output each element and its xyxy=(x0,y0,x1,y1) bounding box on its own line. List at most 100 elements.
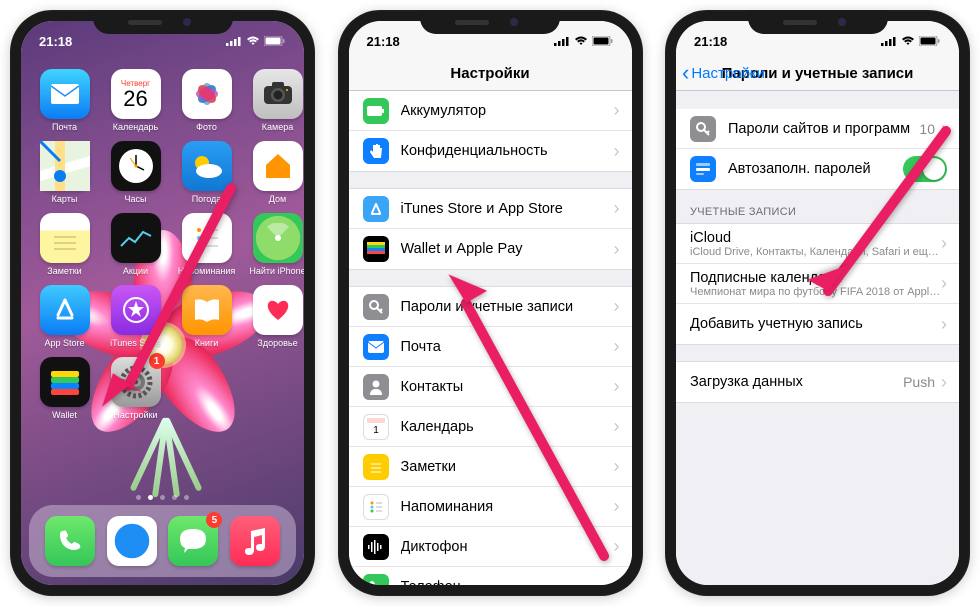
app-reminders[interactable]: Напоминания xyxy=(179,213,234,276)
app-music[interactable] xyxy=(230,516,280,566)
app-books[interactable]: Книги xyxy=(179,285,234,348)
reminders-icon xyxy=(363,494,389,520)
chevron-icon: › xyxy=(941,372,947,393)
row-voice-memos[interactable]: Диктофон› xyxy=(349,527,632,567)
chevron-icon: › xyxy=(614,296,620,317)
row-reminders[interactable]: Напоминания› xyxy=(349,487,632,527)
photos-icon xyxy=(182,69,232,119)
row-value: Push xyxy=(903,374,935,390)
app-camera[interactable]: Камера xyxy=(250,69,304,132)
chevron-icon: › xyxy=(614,100,620,121)
calendar-icon: Четверг26 xyxy=(111,69,161,119)
camera-icon xyxy=(253,69,303,119)
app-weather[interactable]: Погода xyxy=(179,141,234,204)
weather-icon xyxy=(182,141,232,191)
signal-icon xyxy=(881,36,897,46)
app-itunes[interactable]: iTunes Store xyxy=(108,285,163,348)
mail-icon xyxy=(40,69,90,119)
hand-icon xyxy=(363,138,389,164)
reminders-icon xyxy=(182,213,232,263)
notes-icon xyxy=(363,454,389,480)
heart-icon xyxy=(253,285,303,335)
row-fetch-data[interactable]: Загрузка данныхPush› xyxy=(676,362,959,402)
app-find-iphone[interactable]: Найти iPhone xyxy=(250,213,304,276)
status-time: 21:18 xyxy=(367,34,400,49)
row-website-passwords[interactable]: Пароли сайтов и программ10› xyxy=(676,109,959,149)
chevron-icon: › xyxy=(614,536,620,557)
app-photos[interactable]: Фото xyxy=(179,69,234,132)
row-phone[interactable]: Телефон› xyxy=(349,567,632,585)
toggle-switch[interactable] xyxy=(903,156,947,182)
app-messages[interactable]: 5 xyxy=(168,516,218,566)
app-home[interactable]: Дом xyxy=(250,141,304,204)
battery-icon xyxy=(919,36,941,46)
nav-title: Настройки xyxy=(450,65,529,82)
app-settings[interactable]: 1Настройки xyxy=(108,357,163,420)
clock-icon xyxy=(111,141,161,191)
row-notes[interactable]: Заметки› xyxy=(349,447,632,487)
app-calendar[interactable]: Четверг26Календарь xyxy=(108,69,163,132)
app-stocks[interactable]: Акции xyxy=(108,213,163,276)
appstore-icon xyxy=(363,196,389,222)
settings-list[interactable]: Аккумулятор› Конфиденциальность› iTunes … xyxy=(349,91,632,585)
chevron-icon: › xyxy=(614,416,620,437)
key-icon xyxy=(363,294,389,320)
app-clock[interactable]: Часы xyxy=(108,141,163,204)
signal-icon xyxy=(226,36,242,46)
row-contacts[interactable]: Контакты› xyxy=(349,367,632,407)
row-account-subscribed-calendars[interactable]: Подписные календариЧемпионат мира по фут… xyxy=(676,264,959,304)
chevron-icon: › xyxy=(614,576,620,585)
phone-settings: 21:18 Настройки Аккумулятор› Конфиденциа… xyxy=(338,10,643,596)
row-autofill-passwords[interactable]: Автозаполн. паролей xyxy=(676,149,959,189)
stocks-icon xyxy=(111,213,161,263)
app-mail[interactable]: Почта xyxy=(37,69,92,132)
row-privacy[interactable]: Конфиденциальность› xyxy=(349,131,632,171)
chevron-icon: › xyxy=(614,141,620,162)
app-health[interactable]: Здоровье xyxy=(250,285,304,348)
home-icon-grid: Почта Четверг26Календарь Фото Камера Кар… xyxy=(21,63,304,420)
person-icon xyxy=(363,374,389,400)
badge: 1 xyxy=(149,353,165,369)
row-account-icloud[interactable]: iCloudiCloud Drive, Контакты, Календари,… xyxy=(676,224,959,264)
chevron-icon: › xyxy=(614,376,620,397)
row-wallet-applepay[interactable]: Wallet и Apple Pay› xyxy=(349,229,632,269)
row-battery[interactable]: Аккумулятор› xyxy=(349,91,632,131)
chevron-icon: › xyxy=(941,118,947,139)
row-mail[interactable]: Почта› xyxy=(349,327,632,367)
row-passwords-accounts[interactable]: Пароли и учетные записи› xyxy=(349,287,632,327)
notch xyxy=(420,10,560,34)
app-appstore[interactable]: App Store xyxy=(37,285,92,348)
wallet-icon xyxy=(363,236,389,262)
battery-icon xyxy=(592,36,614,46)
svg-text:1: 1 xyxy=(373,425,379,436)
notch xyxy=(93,10,233,34)
signal-icon xyxy=(554,36,570,46)
wallet-icon xyxy=(40,357,90,407)
app-wallet[interactable]: Wallet xyxy=(37,357,92,420)
row-add-account[interactable]: Добавить учетную запись› xyxy=(676,304,959,344)
battery-icon xyxy=(363,98,389,124)
app-phone[interactable] xyxy=(45,516,95,566)
accounts-list[interactable]: Пароли сайтов и программ10› Автозаполн. … xyxy=(676,91,959,585)
radar-icon xyxy=(253,213,303,263)
section-header-accounts: УЧЕТНЫЕ ЗАПИСИ xyxy=(676,190,959,223)
app-notes[interactable]: Заметки xyxy=(37,213,92,276)
chevron-icon: › xyxy=(941,233,947,254)
wifi-icon xyxy=(574,36,588,46)
dock: 5 xyxy=(29,505,296,577)
chevron-icon: › xyxy=(941,314,947,335)
chevron-icon: › xyxy=(614,198,620,219)
status-time: 21:18 xyxy=(39,34,72,49)
app-safari[interactable] xyxy=(107,516,157,566)
calendar-icon: 1 xyxy=(363,414,389,440)
row-itunes-appstore[interactable]: iTunes Store и App Store› xyxy=(349,189,632,229)
chevron-icon: › xyxy=(614,456,620,477)
status-indicators xyxy=(881,36,941,46)
row-calendar[interactable]: 1Календарь› xyxy=(349,407,632,447)
app-maps[interactable]: Карты xyxy=(37,141,92,204)
form-icon xyxy=(690,156,716,182)
key-icon xyxy=(690,116,716,142)
waveform-icon xyxy=(363,534,389,560)
back-button[interactable]: ‹Настройки xyxy=(682,64,765,82)
book-icon xyxy=(182,285,232,335)
